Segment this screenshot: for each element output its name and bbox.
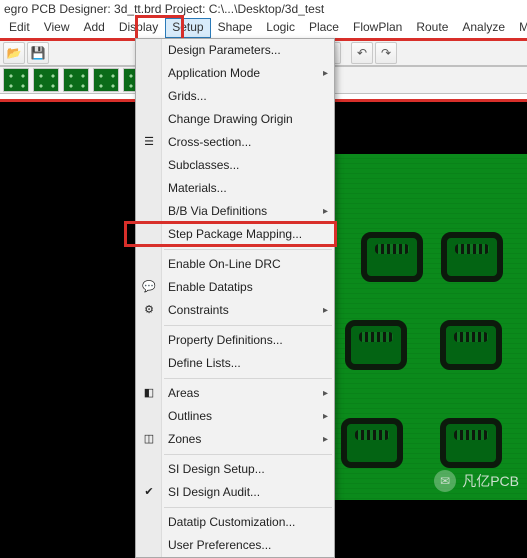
menu-item-label: SI Design Audit... (168, 485, 260, 499)
menu-analyze[interactable]: Analyze (455, 18, 512, 38)
watermark: ✉ 凡亿PCB (434, 470, 519, 492)
menu-flowplan[interactable]: FlowPlan (346, 18, 409, 38)
menu-item-label: Step Package Mapping... (168, 227, 302, 241)
menu-item-user-preferences[interactable]: User Preferences... (136, 534, 334, 557)
layer-preset-1[interactable] (3, 68, 29, 92)
menu-item-label: B/B Via Definitions (168, 204, 267, 218)
redo-button[interactable]: ↷ (375, 42, 397, 64)
undo-button[interactable]: ↶ (351, 42, 373, 64)
layers-icon: ☰ (141, 134, 157, 150)
zone-icon: ◫ (141, 431, 157, 447)
audit-icon: ✔ (141, 484, 157, 500)
watermark-text: 凡亿PCB (462, 471, 519, 491)
menu-item-design-parameters[interactable]: Design Parameters... (136, 39, 334, 62)
menu-item-label: Enable On-Line DRC (168, 257, 281, 271)
menu-shape[interactable]: Shape (211, 18, 260, 38)
tip-icon: 💬 (141, 279, 157, 295)
menu-separator (164, 325, 332, 326)
layer-preset-3[interactable] (63, 68, 89, 92)
menu-view[interactable]: View (37, 18, 77, 38)
menu-item-label: Datatip Customization... (168, 515, 295, 529)
menu-item-label: Enable Datatips (168, 280, 253, 294)
menu-item-si-design-setup[interactable]: SI Design Setup... (136, 458, 334, 481)
menu-manufacture[interactable]: Manufacture (512, 18, 527, 38)
pcb-component-6[interactable] (440, 418, 502, 468)
menu-item-outlines[interactable]: Outlines (136, 405, 334, 428)
menu-item-property-definitions[interactable]: Property Definitions... (136, 329, 334, 352)
save-button[interactable]: 💾 (27, 42, 49, 64)
menu-item-label: Constraints (168, 303, 229, 317)
wechat-icon: ✉ (434, 470, 456, 492)
pcb-component-5[interactable] (341, 418, 403, 468)
menu-item-label: Property Definitions... (168, 333, 283, 347)
menu-item-label: SI Design Setup... (168, 462, 265, 476)
menu-item-change-drawing-origin[interactable]: Change Drawing Origin (136, 108, 334, 131)
menu-item-label: Outlines (168, 409, 212, 423)
menu-item-label: Change Drawing Origin (168, 112, 293, 126)
gear-icon: ⚙ (141, 302, 157, 318)
menu-separator (164, 378, 332, 379)
menu-bar: EditViewAddDisplaySetupShapeLogicPlaceFl… (0, 18, 527, 38)
menu-item-label: Subclasses... (168, 158, 239, 172)
menu-item-label: Cross-section... (168, 135, 251, 149)
menu-item-si-design-audit[interactable]: ✔ SI Design Audit... (136, 481, 334, 504)
menu-setup[interactable]: Setup (165, 18, 210, 38)
menu-item-application-mode[interactable]: Application Mode (136, 62, 334, 85)
menu-item-areas[interactable]: ◧ Areas (136, 382, 334, 405)
pcb-component-1[interactable] (361, 232, 423, 282)
menu-separator (164, 454, 332, 455)
menu-item-grids[interactable]: Grids... (136, 85, 334, 108)
menu-edit[interactable]: Edit (2, 18, 37, 38)
menu-item-label: Areas (168, 386, 199, 400)
menu-logic[interactable]: Logic (259, 18, 302, 38)
menu-item-enable-on-line-drc[interactable]: Enable On-Line DRC (136, 253, 334, 276)
layer-preset-2[interactable] (33, 68, 59, 92)
area-icon: ◧ (141, 385, 157, 401)
menu-item-constraints[interactable]: ⚙ Constraints (136, 299, 334, 322)
menu-item-cross-section[interactable]: ☰ Cross-section... (136, 131, 334, 154)
menu-item-label: Materials... (168, 181, 227, 195)
menu-item-label: Grids... (168, 89, 207, 103)
menu-separator (164, 249, 332, 250)
menu-add[interactable]: Add (76, 18, 111, 38)
pcb-component-2[interactable] (441, 232, 503, 282)
menu-item-datatip-customization[interactable]: Datatip Customization... (136, 511, 334, 534)
pcb-component-4[interactable] (440, 320, 502, 370)
menu-item-define-lists[interactable]: Define Lists... (136, 352, 334, 375)
menu-display[interactable]: Display (112, 18, 165, 38)
menu-separator (164, 507, 332, 508)
setup-dropdown: Design Parameters... Application Mode Grid… (135, 38, 335, 558)
menu-item-label: Define Lists... (168, 356, 241, 370)
pcb-component-3[interactable] (345, 320, 407, 370)
menu-item-subclasses[interactable]: Subclasses... (136, 154, 334, 177)
menu-item-step-package-mapping[interactable]: Step Package Mapping... (136, 223, 334, 246)
open-button[interactable]: 📂 (3, 42, 25, 64)
menu-item-label: User Preferences... (168, 538, 271, 552)
window-title: egro PCB Designer: 3d_tt.brd Project: C:… (0, 0, 527, 18)
menu-item-label: Design Parameters... (168, 43, 281, 57)
menu-item-label: Zones (168, 432, 201, 446)
menu-route[interactable]: Route (409, 18, 455, 38)
menu-item-label: Application Mode (168, 66, 260, 80)
menu-item-enable-datatips[interactable]: 💬 Enable Datatips (136, 276, 334, 299)
menu-item-materials[interactable]: Materials... (136, 177, 334, 200)
title-text: egro PCB Designer: 3d_tt.brd Project: C:… (4, 2, 324, 16)
layer-preset-4[interactable] (93, 68, 119, 92)
menu-place[interactable]: Place (302, 18, 346, 38)
menu-item-zones[interactable]: ◫ Zones (136, 428, 334, 451)
menu-item-b-b-via-definitions[interactable]: B/B Via Definitions (136, 200, 334, 223)
